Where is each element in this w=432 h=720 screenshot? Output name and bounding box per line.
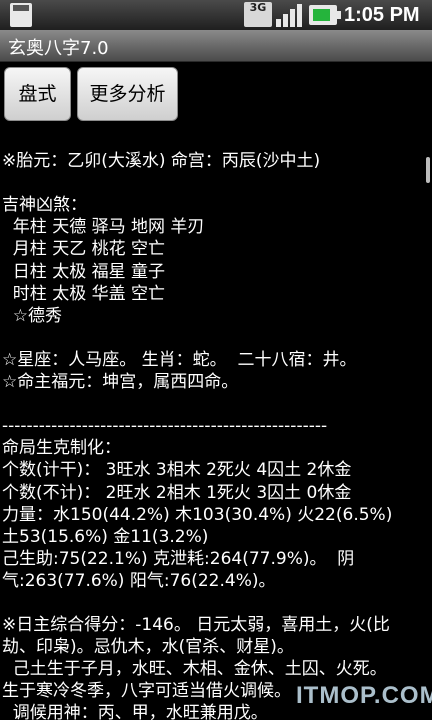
content-line: ※胎元：乙卯(大溪水) 命宫：丙辰(沙中土) <box>2 151 321 172</box>
content-line: 年柱 天德 驿马 地网 羊刃 <box>2 217 205 238</box>
battery-icon <box>309 5 341 25</box>
content-line: 个数(计干)： 3旺水 3相木 2死火 4囚土 2休金 <box>2 460 352 481</box>
content-line: 土53(15.6%) 金11(3.2%) <box>2 526 209 547</box>
status-time: 1:05 PM <box>344 4 420 26</box>
content-line: ☆德秀 <box>2 305 63 326</box>
content-line <box>2 592 420 614</box>
content-line <box>2 172 420 194</box>
content-line <box>2 327 420 349</box>
sd-card-icon <box>10 3 32 27</box>
content-line: 气:263(77.6%) 阳气:76(22.4%)。 <box>2 570 276 591</box>
network-3g-icon: 3G <box>244 2 272 27</box>
content-line: 吉神凶煞： <box>2 195 87 216</box>
content-line: 个数(不计)： 2旺水 2相木 1死火 3囚土 0休金 <box>2 482 352 503</box>
content-line: 月柱 天乙 桃花 空亡 <box>2 239 166 260</box>
content-line: 己生助:75(22.1%) 克泄耗:264(77.9%)。 阴 <box>2 548 355 569</box>
content-line <box>2 393 420 415</box>
content-line: ☆星座：人马座。 生肖：蛇。 二十八宿：井。 <box>2 349 357 370</box>
signal-icon <box>276 3 302 27</box>
more-analysis-button[interactable]: 更多分析 <box>77 67 178 121</box>
analysis-text[interactable]: ※胎元：乙卯(大溪水) 命宫：丙辰(沙中土) 吉神凶煞： 年柱 天德 驿马 地网 … <box>2 128 420 720</box>
panshi-button[interactable]: 盘式 <box>4 67 71 121</box>
app-title: 玄奥八字7.0 <box>8 38 109 59</box>
content-line: 时柱 太极 华盖 空亡 <box>2 283 166 304</box>
content-line: ☆命主福元：坤宫，属西四命。 <box>2 372 239 393</box>
content-line: ----------------------------------------… <box>2 416 328 437</box>
content-line: 劫、印枭)。忌仇木，水(官杀、财星)。 <box>2 637 294 658</box>
content-line: 力量：水150(44.2%) 木103(30.4%) 火22(6.5%) <box>2 504 393 525</box>
content-line: 日柱 太极 福星 童子 <box>2 261 166 282</box>
watermark-logo: ITMOP.COM <box>296 682 432 709</box>
content-line: 命局生克制化： <box>2 438 121 459</box>
app-title-bar: 玄奥八字7.0 <box>0 30 432 62</box>
content-line <box>2 128 420 150</box>
content-line: ※日主综合得分：-146。 日元太弱，喜用土，火(比 <box>2 615 390 636</box>
scrollbar-thumb[interactable] <box>426 157 430 183</box>
status-bar: 3G 1:05 PM <box>0 0 432 30</box>
